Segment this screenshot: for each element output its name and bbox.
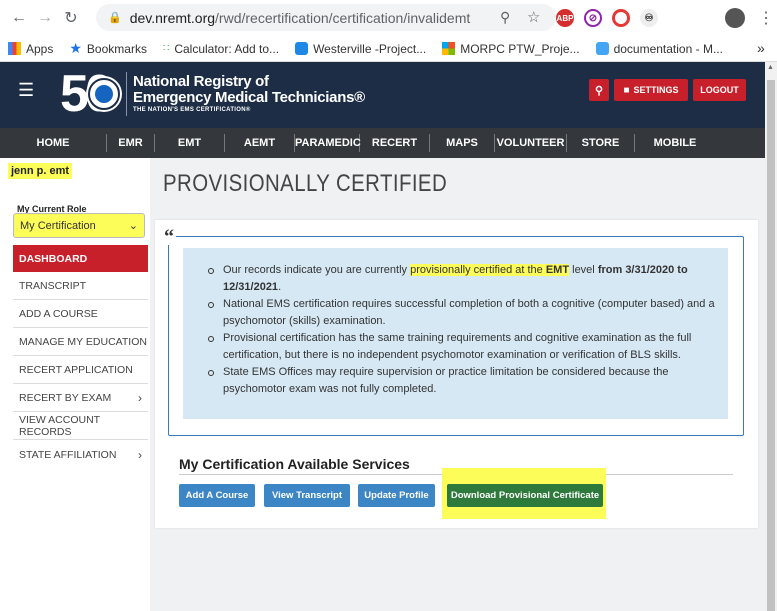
info-bullet-status: Our records indicate you are currently p… [205,262,717,296]
bookmark-apps[interactable]: Apps [8,42,53,56]
url-path: /rwd/recertification/certification/inval… [215,9,471,26]
browser-toolbar: ← → ↻ 🔒 dev.nremt.org/rwd/recertificatio… [0,0,777,36]
nav-home[interactable]: HOME [0,134,107,152]
apps-grid-icon [8,42,21,55]
scroll-up-arrow-icon[interactable]: ▲ [767,64,774,71]
bookmark-star-icon[interactable]: ☆ [527,8,540,26]
nav-aemt[interactable]: AEMT [225,134,295,152]
reload-icon[interactable]: ↻ [60,7,82,29]
add-course-button[interactable]: Add A Course [179,484,255,507]
url-host: dev.nremt.org [129,9,216,26]
sidebar-item-recert-by-exam[interactable]: RECERT BY EXAM › [13,385,148,412]
user-name: jenn p. emt [8,163,73,179]
block-icon[interactable]: ⊘ [584,9,602,27]
main-nav: HOME EMR EMT AEMT PARAMEDIC RECERT MAPS … [0,128,765,158]
logo-text: National Registry of Emergency Medical T… [133,74,365,113]
update-profile-button[interactable]: Update Profile [358,484,435,507]
profile-avatar-icon[interactable] [725,8,745,28]
back-arrow-icon[interactable]: ← [8,7,30,29]
chevron-right-icon: › [138,391,142,405]
sidebar-item-manage-education[interactable]: MANAGE MY EDUCATION [13,329,148,356]
documentation-icon [595,42,609,55]
settings-button[interactable]: ■ SETTINGS [614,79,688,101]
hamburger-menu-icon[interactable]: ☰ [18,80,34,101]
nremt-50-logo[interactable]: 50 [60,65,124,123]
more-menu-icon[interactable]: ⋮ [758,8,774,28]
bookmark-calculator[interactable]: ∷ Calculator: Add to... [163,42,279,56]
search-button[interactable]: ⚲ [589,79,609,101]
logo-line-2: Emergency Medical Technicians® [133,89,365,106]
sidebar-item-view-account-records[interactable]: VIEW ACCOUNT RECORDS [13,413,148,440]
site-header: ☰ 50 National Registry of Emergency Medi… [0,62,765,128]
sidebar-item-dashboard[interactable]: DASHBOARD [13,245,148,272]
logo-line-1: National Registry of [133,73,269,90]
bookmarks-bar: Apps ★ Bookmarks ∷ Calculator: Add to...… [0,36,777,62]
zoom-icon[interactable]: ⚲ [500,9,510,26]
info-bullet-state-ems: State EMS Offices may require supervisio… [205,364,717,398]
sidebar-item-transcript[interactable]: TRANSCRIPT [13,273,148,300]
chevron-down-icon: ⌄ [128,220,138,232]
nav-paramedic[interactable]: PARAMEDIC [295,134,361,152]
sidebar-item-recert-application[interactable]: RECERT APPLICATION [13,357,148,384]
bookmark-westerville[interactable]: Westerville -Project... [295,42,426,56]
view-transcript-button[interactable]: View Transcript [264,484,350,507]
page-title: PROVISIONALLY CERTIFIED [163,170,448,197]
logout-button[interactable]: LOGOUT [693,79,746,101]
logo-tagline: THE NATION'S EMS CERTIFICATION® [133,107,251,113]
bookmark-documentation[interactable]: documentation - M... [595,42,723,56]
sidebar-item-state-affiliation[interactable]: STATE AFFILIATION › [13,441,148,468]
nav-emt[interactable]: EMT [155,134,225,152]
windows-icon [442,42,456,55]
role-select[interactable]: My Certification ⌄ [13,213,145,238]
sidebar-item-add-course[interactable]: ADD A COURSE [13,301,148,328]
info-list: Our records indicate you are currently p… [205,262,717,398]
logo-divider [126,72,127,116]
acrobat-icon[interactable]: ♾ [640,9,658,27]
download-certificate-button[interactable]: Download Provisional Certificate [447,484,603,507]
sidebar: jenn p. emt My Current Role My Certifica… [0,158,150,611]
bookmarks-overflow[interactable]: » [757,40,765,56]
chevron-right-icon: › [138,447,142,462]
address-bar[interactable]: 🔒 dev.nremt.org/rwd/recertification/cert… [96,4,556,31]
bookmark-morpc[interactable]: MORPC PTW_Proje... [442,42,580,56]
nav-volunteer[interactable]: VOLUNTEER [495,134,567,152]
forward-arrow-icon[interactable]: → [34,7,56,29]
nav-recert[interactable]: RECERT [360,134,430,152]
nav-mobile[interactable]: MOBILE [635,134,715,152]
nav-store[interactable]: STORE [567,134,635,152]
bookmark-bookmarks[interactable]: ★ Bookmarks [69,40,147,57]
calculator-icon: ∷ [162,43,170,54]
nav-emr[interactable]: EMR [107,134,155,152]
adblock-icon[interactable]: ABP [556,9,574,27]
search-icon: ⚲ [594,84,604,97]
nav-maps[interactable]: MAPS [430,134,495,152]
info-bullet-requirements: National EMS certification requires succ… [205,296,717,330]
services-title: My Certification Available Services [179,456,410,472]
quote-mark-icon: “ [162,226,176,248]
opera-icon[interactable] [612,9,630,27]
certification-info-box: Our records indicate you are currently p… [183,248,728,419]
star-icon: ★ [69,40,82,56]
info-bullet-provisional: Provisional certification has the same t… [205,330,717,364]
lock-icon: 🔒 [108,12,122,24]
westerville-icon [295,42,309,55]
scrollbar-thumb[interactable] [767,80,775,611]
user-icon: ■ [623,84,630,96]
